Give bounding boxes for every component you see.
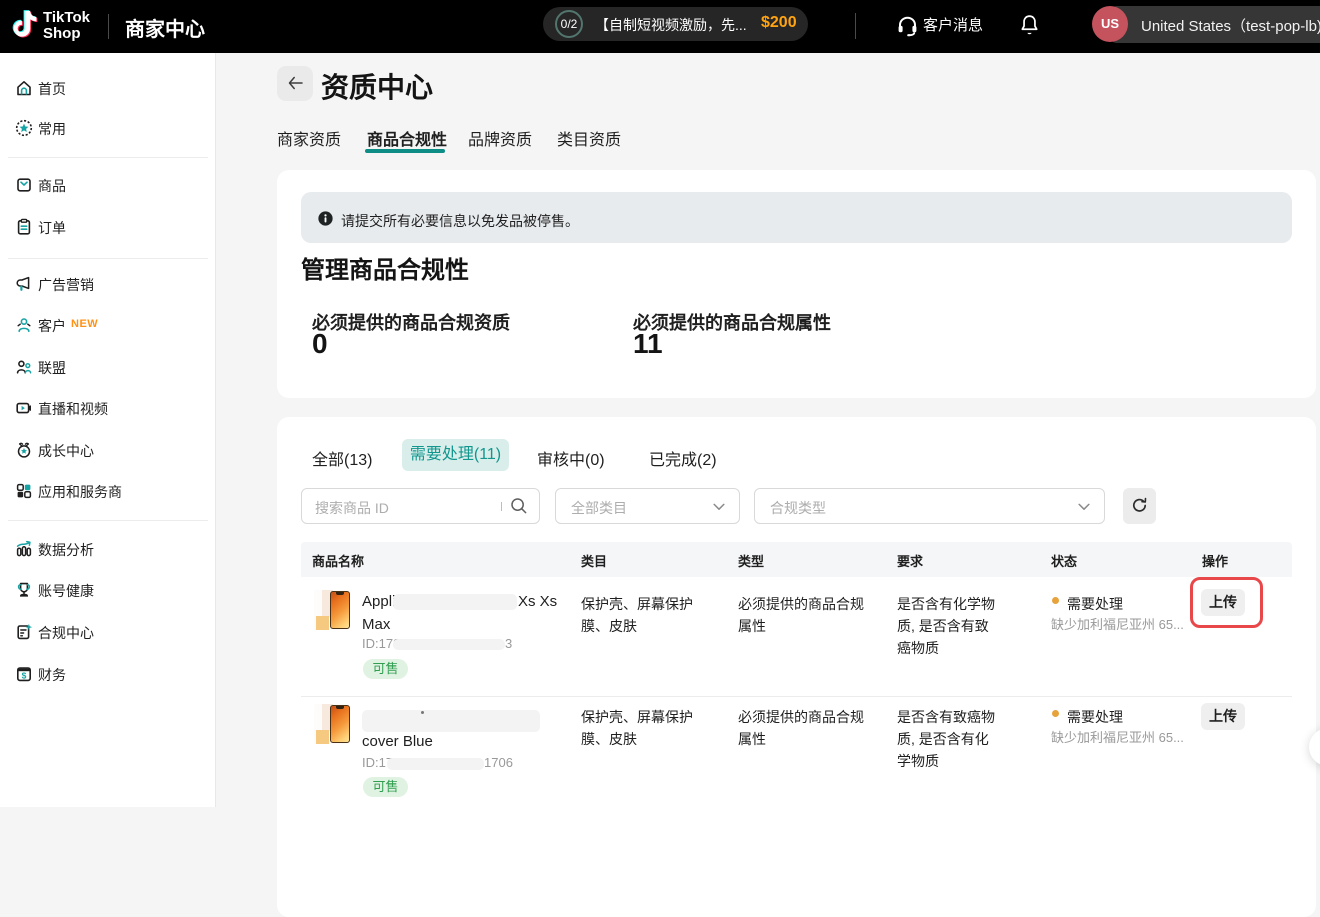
svg-text:$: $ [22, 670, 27, 680]
